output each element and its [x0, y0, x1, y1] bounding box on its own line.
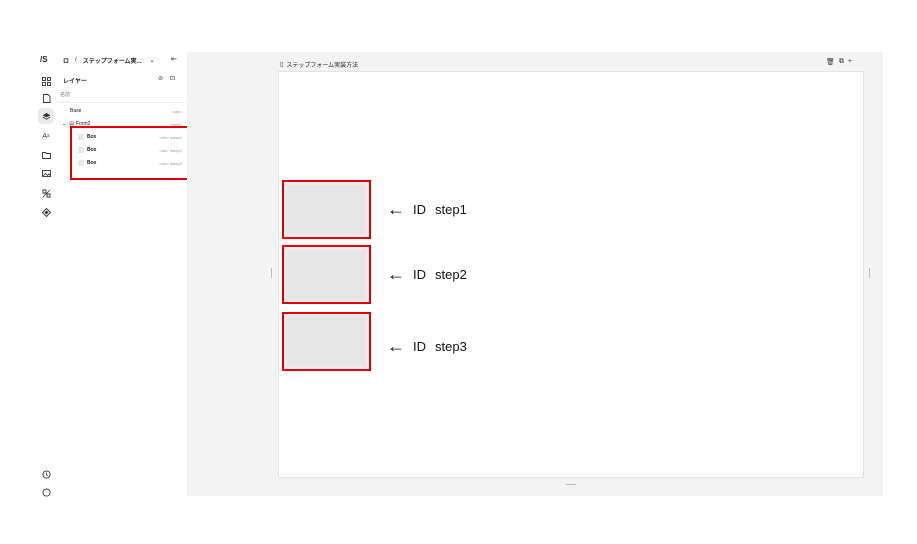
resize-handle-left[interactable] [271, 268, 272, 278]
resize-handle-bottom[interactable] [566, 484, 576, 485]
step-id: step2 [435, 266, 467, 282]
chevron-down-icon[interactable]: ⌄ [150, 57, 155, 64]
breadcrumb-root[interactable]: ロ [63, 56, 69, 65]
add-layer-icon[interactable]: ⊡ [170, 75, 175, 82]
id-prefix: ID [413, 338, 426, 354]
image-icon[interactable] [38, 165, 54, 181]
panel-divider [56, 102, 187, 103]
layers-highlight-box [70, 126, 196, 180]
history-icon[interactable] [38, 466, 54, 482]
layer-search-input[interactable] [60, 90, 184, 100]
duplicate-icon[interactable]: ⧉ [839, 58, 844, 66]
layer-tag: <div> [172, 108, 182, 114]
project-name[interactable]: ステップフォーム実... [83, 56, 142, 65]
step3-box[interactable] [282, 312, 371, 371]
chevron-down-icon[interactable]: ⌄ [62, 121, 66, 127]
document-actions: 🗑 ⧉ + [826, 58, 852, 66]
help-icon[interactable] [38, 484, 54, 500]
document-icon: ▯ [280, 61, 284, 68]
breadcrumb: ロ / ステップフォーム実... ⌄ [63, 55, 155, 65]
arrow-left-icon: ← [387, 199, 405, 219]
step1-box[interactable] [282, 180, 371, 239]
layers-icon[interactable] [38, 108, 54, 124]
step-id: step1 [435, 201, 467, 217]
box-fill [287, 317, 366, 366]
collapse-panel-icon[interactable]: ⇤ [171, 55, 177, 63]
layers-title: レイヤー [63, 79, 87, 85]
step2-box[interactable] [282, 245, 371, 304]
plugin-icon[interactable] [38, 204, 54, 220]
box-fill [287, 250, 366, 299]
breadcrumb-separator: / [75, 57, 77, 63]
box-fill [287, 185, 366, 234]
component-icon[interactable] [38, 185, 54, 201]
arrow-left-icon: ← [387, 264, 405, 284]
page-icon[interactable] [38, 90, 54, 106]
step-id: step3 [435, 338, 467, 354]
grid-icon[interactable] [38, 73, 54, 89]
folder-icon[interactable] [38, 147, 54, 163]
document-name[interactable]: ステップフォーム実装方法 [286, 60, 358, 69]
layer-row-base[interactable]: Base <div> [62, 106, 184, 116]
logo: /S [40, 55, 48, 64]
plus-icon[interactable]: + [848, 58, 852, 66]
link-icon[interactable]: ⊘ [158, 75, 163, 82]
app-window: /S As ロ / ステップフォーム実... ⌄ ⇤ レイヤー ⊘ ⊡ Base [0, 0, 917, 544]
id-prefix: ID [413, 201, 426, 217]
step2-annotation: ← ID step2 [387, 265, 467, 283]
typography-icon[interactable]: As [38, 128, 54, 144]
resize-handle-right[interactable] [869, 268, 870, 278]
step1-annotation: ← ID step1 [387, 200, 467, 218]
step3-annotation: ← ID step3 [387, 337, 467, 355]
arrow-left-icon: ← [387, 336, 405, 356]
document-bar: ▯ ステップフォーム実装方法 [280, 58, 864, 70]
layer-label: Base [70, 108, 82, 114]
trash-icon[interactable]: 🗑 [826, 58, 835, 66]
id-prefix: ID [413, 266, 426, 282]
